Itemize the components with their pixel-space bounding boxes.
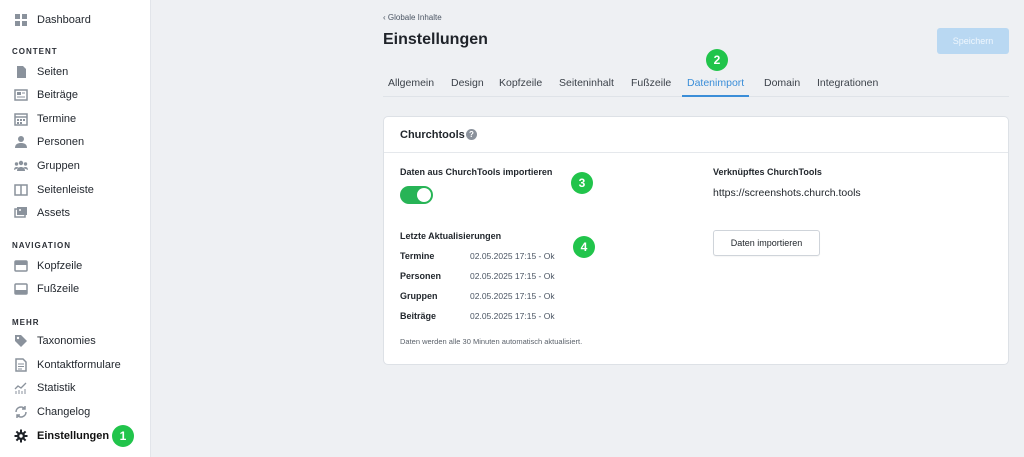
sidebar-item-assets[interactable]: Assets — [14, 203, 70, 223]
footer-layout-icon — [14, 282, 28, 296]
card-header: Churchtools ? — [384, 117, 1008, 153]
tag-icon — [14, 334, 28, 348]
update-value: 02.05.2025 17:15 - Ok — [470, 311, 555, 321]
update-key: Termine — [400, 251, 435, 261]
callout-badge-2: 2 — [706, 49, 728, 71]
import-toggle-label: Daten aus ChurchTools importieren — [400, 167, 553, 177]
import-toggle[interactable] — [400, 186, 433, 204]
chart-icon — [14, 381, 28, 395]
updates-heading: Letzte Aktualisierungen — [400, 231, 502, 241]
tab-datenimport[interactable]: Datenimport — [682, 70, 750, 97]
sidebar-item-label: Personen — [37, 136, 85, 148]
tab-seiteninhalt[interactable]: Seiteninhalt — [559, 70, 614, 97]
breadcrumb[interactable]: ‹ Globale Inhalte — [383, 13, 442, 22]
sidebar-section-mehr: MEHR — [12, 318, 40, 327]
tab-bar: Allgemein Design Kopfzeile Seiteninhalt … — [383, 70, 1009, 97]
sidebar-item-label: Changelog — [37, 406, 91, 418]
sidebar-item-gruppen[interactable]: Gruppen — [14, 156, 80, 176]
tab-kopfzeile[interactable]: Kopfzeile — [499, 70, 542, 97]
callout-badge-4: 4 — [573, 236, 595, 258]
sidebar: Dashboard CONTENT Seiten Beiträge Termin… — [0, 0, 151, 457]
sidebar-item-label: Beiträge — [37, 89, 78, 101]
sidebar-item-taxonomies[interactable]: Taxonomies — [14, 331, 96, 351]
tab-integrationen[interactable]: Integrationen — [817, 70, 878, 97]
sidebar-item-seiten[interactable]: Seiten — [14, 62, 68, 82]
sidebar-item-dashboard[interactable]: Dashboard — [14, 10, 91, 30]
save-button[interactable]: Speichern — [937, 28, 1009, 54]
sidebar-item-label: Assets — [37, 207, 71, 219]
sidebar-item-label: Termine — [37, 113, 77, 125]
sidebar-item-kontaktformulare[interactable]: Kontaktformulare — [14, 355, 121, 375]
group-icon — [14, 159, 28, 173]
update-value: 02.05.2025 17:15 - Ok — [470, 291, 555, 301]
sidebar-item-kopfzeile[interactable]: Kopfzeile — [14, 256, 82, 276]
sidebar-item-fusszeile[interactable]: Fußzeile — [14, 279, 79, 299]
sidebar-item-label: Gruppen — [37, 160, 80, 172]
linked-churchtools-heading: Verknüpftes ChurchTools — [713, 167, 822, 177]
update-value: 02.05.2025 17:15 - Ok — [470, 251, 555, 261]
form-icon — [14, 358, 28, 372]
sidebar-item-label: Statistik — [37, 382, 76, 394]
images-icon — [14, 206, 28, 220]
tab-design[interactable]: Design — [451, 70, 484, 97]
sidebar-layout-icon — [14, 183, 28, 197]
card-title: Churchtools — [400, 129, 465, 141]
sidebar-item-label: Einstellungen — [37, 430, 110, 442]
sidebar-section-navigation: NAVIGATION — [12, 241, 72, 250]
page-icon — [14, 65, 28, 79]
sidebar-item-changelog[interactable]: Changelog — [14, 402, 90, 422]
sidebar-item-label: Taxonomies — [37, 335, 96, 347]
sidebar-item-label: Seiten — [37, 66, 69, 78]
tab-allgemein[interactable]: Allgemein — [388, 70, 434, 97]
sidebar-item-seitenleiste[interactable]: Seitenleiste — [14, 180, 94, 200]
sidebar-item-statistik[interactable]: Statistik — [14, 378, 76, 398]
linked-churchtools-url: https://screenshots.church.tools — [713, 187, 861, 199]
sidebar-item-beitraege[interactable]: Beiträge — [14, 85, 78, 105]
sidebar-item-einstellungen[interactable]: Einstellungen — [14, 426, 109, 446]
gear-icon — [14, 429, 28, 443]
sidebar-item-label: Seitenleiste — [37, 184, 94, 196]
sidebar-section-content: CONTENT — [12, 47, 58, 56]
update-key: Gruppen — [400, 291, 438, 301]
import-data-button[interactable]: Daten importieren — [713, 230, 820, 256]
sidebar-item-personen[interactable]: Personen — [14, 132, 84, 152]
callout-badge-1: 1 — [112, 425, 134, 447]
grid-icon — [14, 13, 28, 27]
refresh-icon — [14, 405, 28, 419]
sidebar-item-label: Kontaktformulare — [37, 359, 121, 371]
page-title: Einstellungen — [383, 31, 488, 48]
update-value: 02.05.2025 17:15 - Ok — [470, 271, 555, 281]
update-key: Personen — [400, 271, 442, 281]
sidebar-item-termine[interactable]: Termine — [14, 109, 76, 129]
help-icon[interactable]: ? — [466, 129, 477, 140]
toggle-knob — [417, 188, 431, 202]
sidebar-item-label: Kopfzeile — [37, 260, 83, 272]
churchtools-card: Churchtools ? Daten aus ChurchTools impo… — [383, 116, 1009, 365]
tab-domain[interactable]: Domain — [764, 70, 800, 97]
update-interval-note: Daten werden alle 30 Minuten automatisch… — [400, 337, 583, 346]
calendar-icon — [14, 112, 28, 126]
newspaper-icon — [14, 88, 28, 102]
sidebar-item-label: Fußzeile — [37, 283, 80, 295]
tab-fusszeile[interactable]: Fußzeile — [631, 70, 671, 97]
callout-badge-3: 3 — [571, 172, 593, 194]
sidebar-item-label: Dashboard — [37, 14, 91, 26]
person-icon — [14, 135, 28, 149]
header-layout-icon — [14, 259, 28, 273]
update-key: Beiträge — [400, 311, 437, 321]
